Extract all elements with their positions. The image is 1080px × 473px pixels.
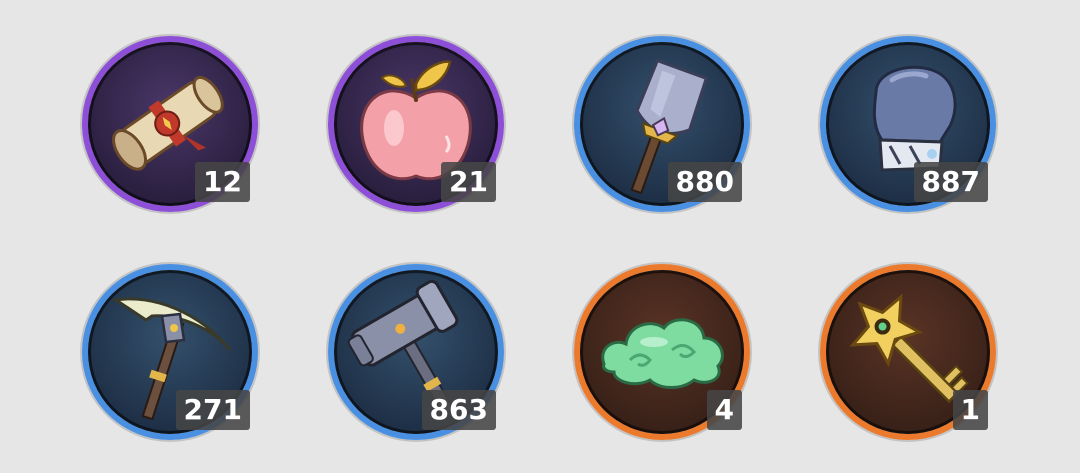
item-count: 887 xyxy=(913,162,988,202)
item-count: 21 xyxy=(441,162,496,202)
item-slot-hammer[interactable]: 863 xyxy=(328,264,504,440)
item-slot-shovel[interactable]: 880 xyxy=(574,36,750,212)
item-count: 880 xyxy=(667,162,742,202)
item-slot-scroll[interactable]: 12 xyxy=(82,36,258,212)
item-count: 1 xyxy=(952,390,988,430)
item-count: 271 xyxy=(175,390,250,430)
item-count: 863 xyxy=(421,390,496,430)
item-slot-cloud[interactable]: 4 xyxy=(574,264,750,440)
item-slot-apple[interactable]: 21 xyxy=(328,36,504,212)
item-count: 4 xyxy=(706,390,742,430)
item-count: 12 xyxy=(195,162,250,202)
item-slot-gauntlet[interactable]: 887 xyxy=(820,36,996,212)
item-slot-pickaxe[interactable]: 271 xyxy=(82,264,258,440)
item-slot-key[interactable]: 1 xyxy=(820,264,996,440)
